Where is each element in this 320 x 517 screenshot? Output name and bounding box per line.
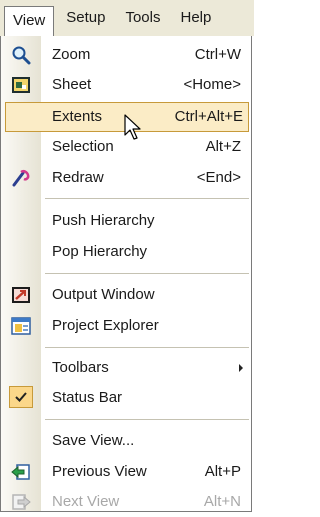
menu-separator (45, 198, 249, 199)
checkmark-icon (9, 386, 33, 408)
next-view-icon (10, 492, 32, 512)
menu-item-label: Toolbars (52, 359, 109, 376)
menu-item-label: Selection (52, 138, 114, 155)
menu-item-sheet[interactable]: Sheet <Home> (1, 70, 251, 100)
menubar-setup[interactable]: Setup (58, 5, 113, 31)
project-explorer-icon (10, 316, 32, 336)
menubar-view[interactable]: View (4, 6, 55, 36)
menu-item-label: Output Window (52, 286, 155, 303)
menu-item-pop-hierarchy[interactable]: Pop Hierarchy (1, 237, 251, 267)
menu-item-save-view[interactable]: Save View... (1, 426, 251, 456)
menu-item-label: Pop Hierarchy (52, 243, 148, 260)
menu-separator (45, 273, 249, 274)
menubar-tools[interactable]: Tools (117, 5, 168, 31)
menu-item-shortcut: <End> (196, 169, 241, 186)
menu-item-project-explorer[interactable]: Project Explorer (1, 311, 251, 341)
menu-item-label: Redraw (52, 169, 104, 186)
menu-item-zoom[interactable]: Zoom Ctrl+W (1, 40, 251, 70)
view-menu-dropdown: Zoom Ctrl+W Sheet <Home> Extents Ctrl+Al… (0, 36, 252, 512)
mouse-pointer-icon (124, 114, 141, 140)
menu-item-toolbars[interactable]: Toolbars (1, 353, 251, 383)
menubar-help[interactable]: Help (172, 5, 219, 31)
submenu-arrow-icon (239, 364, 243, 372)
menu-item-label: Extents (52, 108, 103, 125)
menu-item-shortcut: <Home> (183, 76, 241, 93)
menu-separator (45, 419, 249, 420)
menu-item-redraw[interactable]: Redraw <End> (1, 163, 251, 193)
sheet-icon (10, 75, 32, 95)
menu-item-label: Previous View (52, 463, 147, 480)
menu-item-label: Save View... (52, 432, 135, 449)
menu-bar: View Setup Tools Help (0, 0, 254, 36)
menu-item-label: Sheet (52, 76, 92, 93)
previous-view-icon (10, 462, 32, 482)
menu-item-status-bar[interactable]: Status Bar (1, 383, 251, 413)
redraw-icon (10, 168, 32, 188)
menu-item-label: Project Explorer (52, 317, 159, 334)
menu-item-shortcut: Alt+P (204, 463, 241, 480)
menu-separator (45, 347, 249, 348)
menu-item-output-window[interactable]: Output Window (1, 280, 251, 310)
magnifier-icon (10, 45, 32, 65)
menu-item-shortcut: Ctrl+W (194, 46, 241, 63)
menu-item-shortcut: Ctrl+Alt+E (174, 108, 243, 125)
menu-item-label: Push Hierarchy (52, 212, 155, 229)
menu-item-shortcut: Alt+Z (205, 138, 241, 155)
menu-item-label: Zoom (52, 46, 91, 63)
menu-item-push-hierarchy[interactable]: Push Hierarchy (1, 206, 251, 236)
output-window-icon (10, 285, 32, 305)
menu-item-previous-view[interactable]: Previous View Alt+P (1, 457, 251, 487)
menu-item-label: Status Bar (52, 389, 123, 406)
